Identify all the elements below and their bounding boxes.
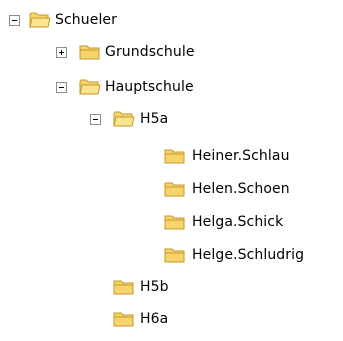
folder-closed-icon (164, 248, 185, 263)
folder-open-icon (29, 12, 51, 28)
tree-node-helge-schludrig[interactable]: Helge.Schludrig (0, 243, 343, 267)
tree-node-helen-schoen[interactable]: Helen.Schoen (0, 177, 343, 201)
tree-node-h5b[interactable]: H5b (0, 275, 200, 299)
tree-node-label: H5b (140, 279, 169, 295)
tree-node-label: Grundschule (105, 44, 195, 60)
collapse-toggle-icon[interactable] (56, 82, 67, 93)
tree-node-label: Helga.Schick (192, 214, 284, 230)
collapse-toggle-icon[interactable] (90, 114, 101, 125)
folder-closed-icon (113, 280, 134, 295)
folder-closed-icon (79, 45, 100, 60)
folder-closed-icon (164, 182, 185, 197)
tree-node-label: Schueler (55, 12, 118, 28)
tree-node-schueler[interactable]: Schueler (0, 8, 180, 32)
tree-node-helga-schick[interactable]: Helga.Schick (0, 210, 343, 234)
folder-open-icon (79, 79, 101, 95)
tree-node-hauptschule[interactable]: Hauptschule (0, 75, 220, 99)
tree-node-label: Helge.Schludrig (192, 247, 305, 263)
tree-node-label: H5a (140, 111, 169, 127)
tree-node-heiner-schlau[interactable]: Heiner.Schlau (0, 144, 343, 168)
tree-node-label: H6a (140, 311, 169, 327)
collapse-toggle-icon[interactable] (9, 15, 20, 26)
folder-tree: Schueler Grundschule Hauptschule H5a Hei… (0, 0, 343, 341)
tree-node-h5a[interactable]: H5a (0, 107, 200, 131)
tree-node-grundschule[interactable]: Grundschule (0, 40, 220, 64)
expand-toggle-icon[interactable] (56, 47, 67, 58)
tree-node-label: Helen.Schoen (192, 181, 290, 197)
folder-open-icon (113, 111, 135, 127)
folder-closed-icon (113, 312, 134, 327)
tree-node-label: Heiner.Schlau (192, 148, 290, 164)
tree-node-label: Hauptschule (105, 79, 194, 95)
folder-closed-icon (164, 149, 185, 164)
folder-closed-icon (164, 215, 185, 230)
tree-node-h6a[interactable]: H6a (0, 307, 200, 331)
